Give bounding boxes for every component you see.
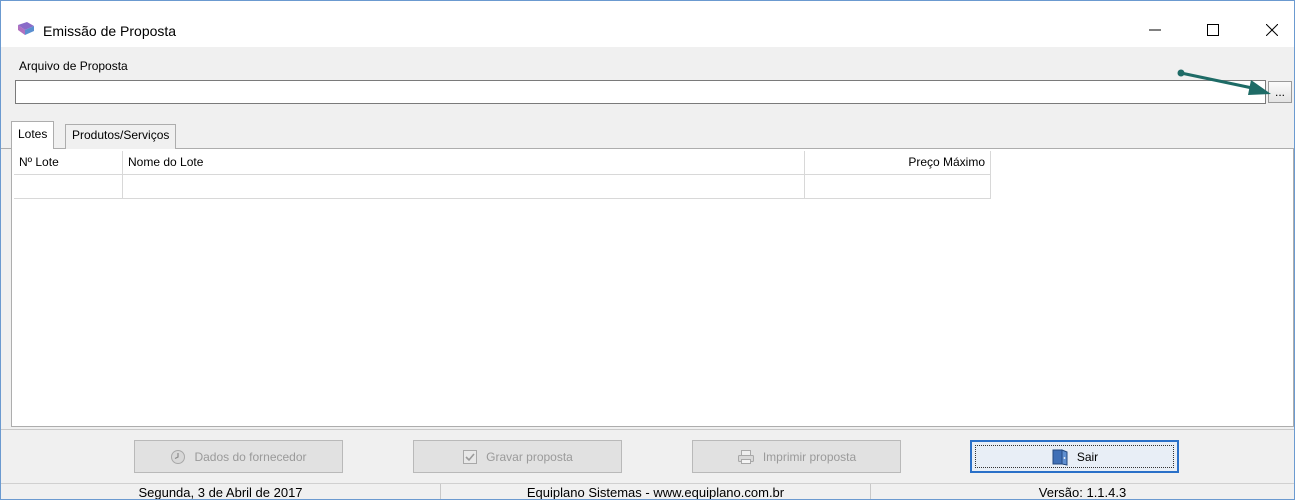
cell-lot-number[interactable] — [14, 175, 123, 199]
status-company: Equiplano Sistemas - www.equiplano.com.b… — [441, 484, 871, 499]
checkbox-icon — [463, 449, 478, 464]
door-exit-icon — [1052, 448, 1068, 466]
clock-icon — [171, 449, 186, 464]
tab-bar: Lotes Produtos/Serviços — [1, 119, 1294, 150]
cell-lot-name[interactable] — [123, 175, 805, 199]
annotation-arrow-icon — [1177, 69, 1271, 95]
main-window: Emissão de Proposta Arquivo de Proposta … — [0, 0, 1295, 500]
cell-max-price[interactable] — [805, 175, 991, 199]
proposal-file-label: Arquivo de Proposta — [19, 59, 128, 73]
print-proposal-button[interactable]: Imprimir proposta — [692, 440, 901, 473]
maximize-button[interactable] — [1190, 13, 1236, 47]
exit-button[interactable]: Sair — [970, 440, 1179, 473]
maximize-icon — [1207, 24, 1219, 36]
tab-lotes[interactable]: Lotes — [11, 121, 55, 150]
close-button[interactable] — [1249, 13, 1294, 47]
title-bar[interactable]: Emissão de Proposta — [1, 1, 1294, 47]
table-row[interactable] — [14, 175, 991, 199]
exit-label: Sair — [1076, 449, 1099, 464]
save-proposal-button[interactable]: Gravar proposta — [413, 440, 622, 473]
supplier-data-label: Dados do fornecedor — [194, 449, 307, 464]
status-date: Segunda, 3 de Abril de 2017 — [1, 484, 441, 499]
window-title: Emissão de Proposta — [43, 23, 177, 39]
column-header-max-price[interactable]: Preço Máximo — [805, 151, 991, 175]
minimize-button[interactable] — [1132, 13, 1178, 47]
status-bar: Segunda, 3 de Abril de 2017 Equiplano Si… — [1, 483, 1294, 500]
tab-produtos-servicos[interactable]: Produtos/Serviços — [65, 124, 177, 149]
print-proposal-label: Imprimir proposta — [762, 449, 857, 464]
column-header-lot-number[interactable]: Nº Lote — [14, 151, 123, 175]
column-header-lot-name[interactable]: Nome do Lote — [123, 151, 805, 175]
close-icon — [1266, 24, 1278, 36]
proposal-file-input[interactable] — [15, 80, 1266, 104]
save-proposal-label: Gravar proposta — [486, 449, 573, 464]
supplier-data-button[interactable]: Dados do fornecedor — [134, 440, 343, 473]
printer-icon — [737, 449, 754, 464]
minimize-icon — [1149, 29, 1161, 31]
grid-header-row: Nº Lote Nome do Lote Preço Máximo — [14, 151, 991, 175]
lots-grid: Nº Lote Nome do Lote Preço Máximo — [11, 149, 1294, 427]
status-version: Versão: 1.1.4.3 — [1038, 485, 1127, 500]
book-icon — [16, 21, 36, 39]
action-toolbar: Dados do fornecedor Gravar proposta Impr… — [1, 429, 1294, 483]
